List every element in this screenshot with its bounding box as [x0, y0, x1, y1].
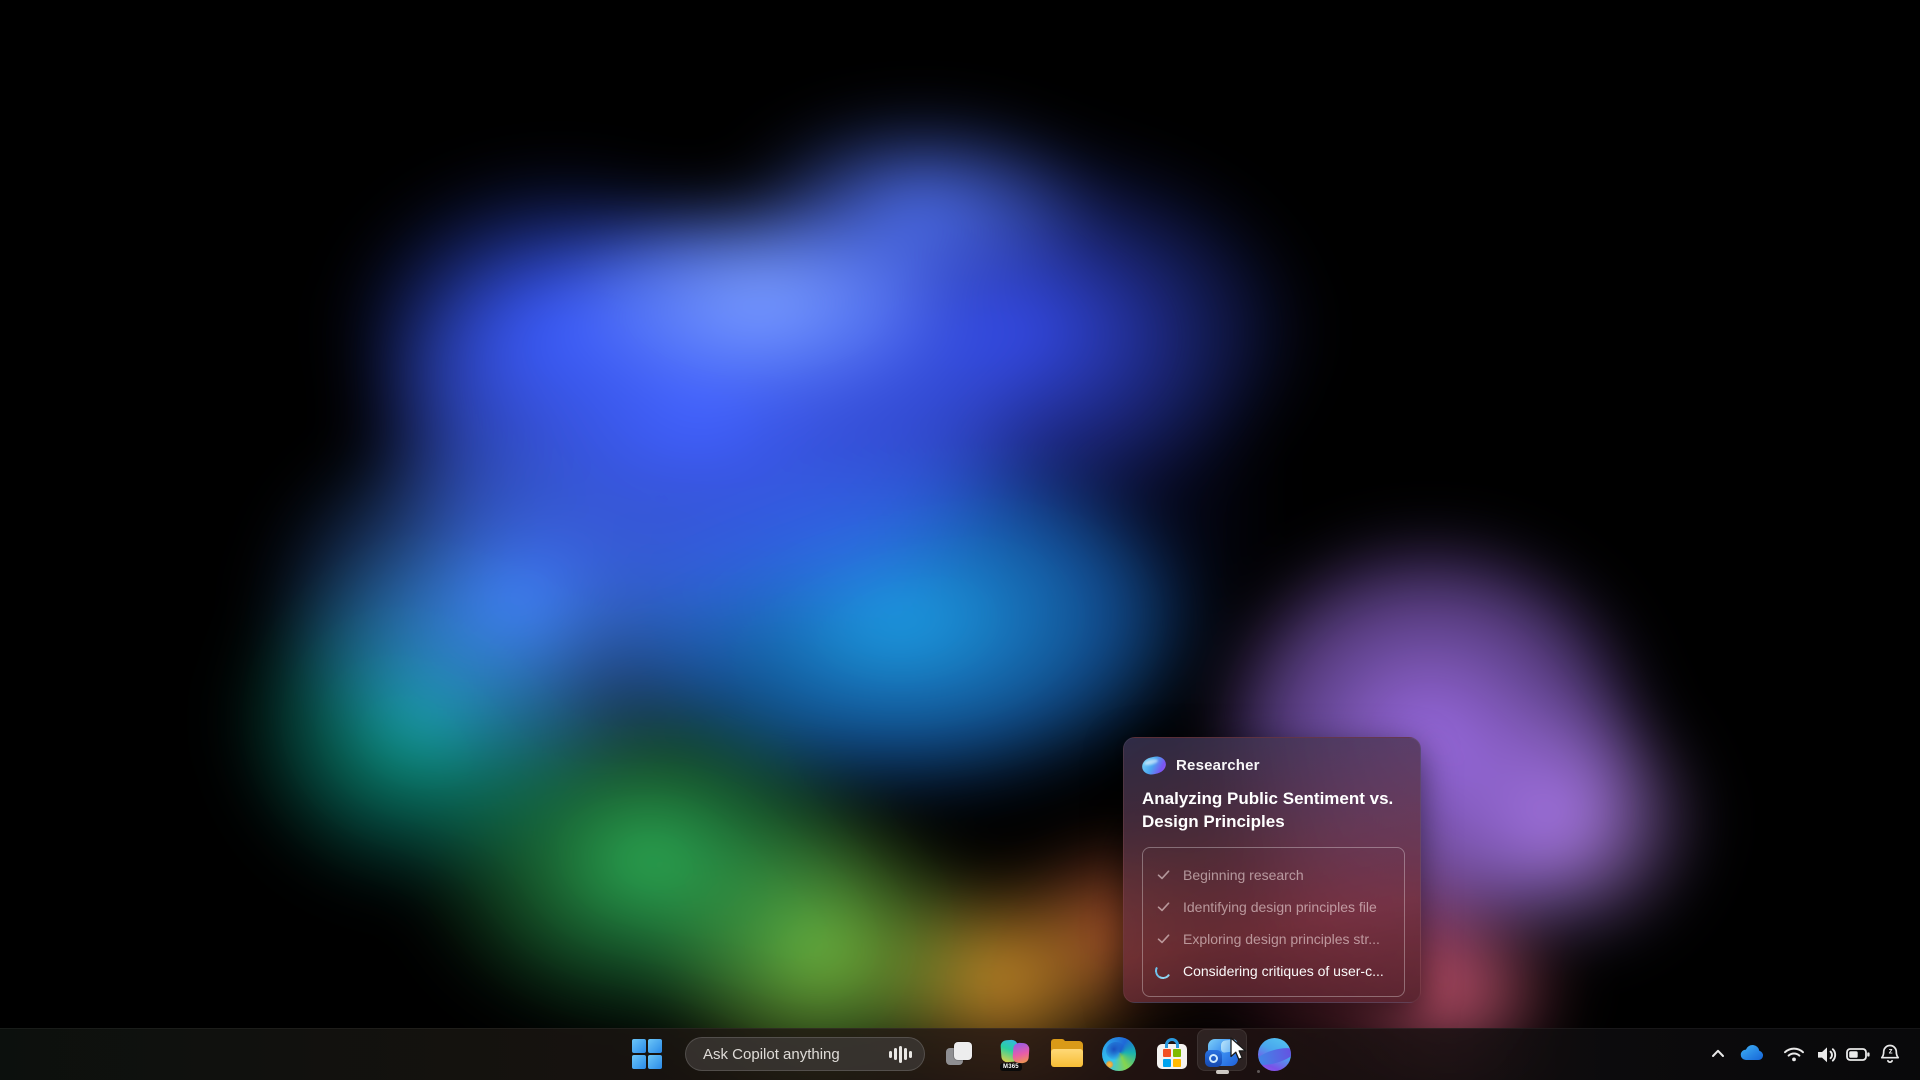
edge-icon	[1102, 1037, 1136, 1071]
check-icon	[1155, 931, 1171, 947]
flyout-title: Analyzing Public Sentiment vs. Design Pr…	[1142, 788, 1398, 834]
edge-button[interactable]	[1099, 1034, 1139, 1074]
outlook-button[interactable]	[1202, 1034, 1242, 1074]
onedrive-cloud-icon[interactable]	[1738, 1038, 1766, 1070]
microsoft-store-button[interactable]	[1152, 1034, 1192, 1074]
windows-logo-icon	[632, 1039, 662, 1069]
m365-badge: M365	[1000, 1063, 1022, 1071]
check-icon	[1155, 867, 1171, 883]
hidden-icons-chevron[interactable]	[1704, 1038, 1732, 1070]
flyout-header: Researcher	[1142, 754, 1404, 776]
desktop-screen: Researcher Analyzing Public Sentiment vs…	[0, 0, 1920, 1080]
outlook-running-indicator	[1216, 1070, 1229, 1074]
researcher-flyout[interactable]: Researcher Analyzing Public Sentiment vs…	[1123, 737, 1421, 1003]
researcher-logo-icon	[1140, 754, 1167, 776]
research-step: Beginning research	[1155, 859, 1394, 891]
task-view-button[interactable]	[939, 1034, 979, 1074]
start-button[interactable]	[630, 1037, 664, 1071]
researcher-running-indicator	[1257, 1070, 1260, 1073]
file-explorer-button[interactable]	[1047, 1034, 1087, 1074]
research-step-active: Considering critiques of user-c...	[1155, 955, 1394, 987]
copilot-search-input[interactable]: Ask Copilot anything	[685, 1037, 925, 1071]
svg-text:z: z	[1889, 1047, 1893, 1056]
researcher-app-button[interactable]	[1254, 1034, 1294, 1074]
task-view-icon	[944, 1039, 974, 1069]
battery-icon[interactable]	[1844, 1038, 1872, 1070]
bloom-wallpaper	[0, 0, 1920, 1080]
voice-waveform-icon[interactable]	[889, 1044, 912, 1064]
research-steps-box: Beginning research Identifying design pr…	[1142, 847, 1405, 997]
check-icon	[1155, 899, 1171, 915]
m365-copilot-button[interactable]: M365	[996, 1034, 1036, 1074]
do-not-disturb-bell-icon[interactable]: z	[1876, 1038, 1904, 1070]
research-step: Exploring design principles str...	[1155, 923, 1394, 955]
volume-icon[interactable]	[1813, 1038, 1841, 1070]
research-step: Identifying design principles file	[1155, 891, 1394, 923]
wifi-icon[interactable]	[1780, 1038, 1808, 1070]
microsoft-store-icon	[1156, 1038, 1188, 1070]
outlook-icon	[1204, 1037, 1240, 1071]
search-placeholder: Ask Copilot anything	[703, 1046, 840, 1063]
flyout-app-name: Researcher	[1176, 757, 1260, 774]
m365-copilot-icon: M365	[998, 1037, 1034, 1071]
spinner-icon	[1155, 963, 1171, 979]
file-explorer-icon	[1050, 1039, 1084, 1069]
researcher-planet-icon	[1258, 1038, 1291, 1071]
